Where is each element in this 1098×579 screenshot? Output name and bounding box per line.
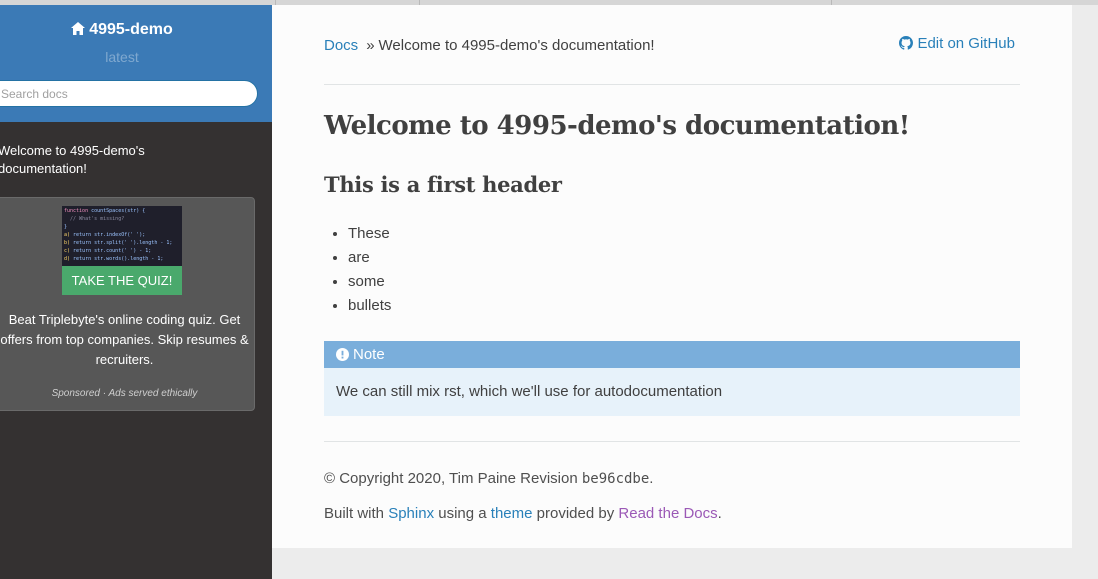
ad-sponsor-label[interactable]: Sponsored · Ads served ethically <box>0 388 254 399</box>
read-the-docs-link[interactable]: Read the Docs <box>618 505 717 522</box>
version-label: latest <box>105 49 139 65</box>
project-home-link[interactable]: 4995-demo <box>0 21 244 39</box>
divider <box>324 84 1020 85</box>
sidebar-item-welcome[interactable]: Welcome to 4995-demo's documentation! <box>0 142 198 178</box>
main-content: Docs» Welcome to 4995-demo's documentatio… <box>272 5 1072 548</box>
list-item: are <box>348 246 391 270</box>
breadcrumb-current: Welcome to 4995-demo's documentation! <box>378 37 655 54</box>
note-body: We can still mix rst, which we'll use fo… <box>336 383 723 400</box>
note-admonition: Note We can still mix rst, which we'll u… <box>324 341 1020 416</box>
search-input[interactable] <box>0 80 258 107</box>
list-item: These <box>348 222 391 246</box>
edit-on-github-label: Edit on GitHub <box>917 35 1015 52</box>
breadcrumb-docs-link[interactable]: Docs <box>324 37 358 54</box>
note-title: Note <box>353 346 385 363</box>
list-item: bullets <box>348 294 391 318</box>
note-title-bar: Note <box>324 341 1020 368</box>
take-quiz-button[interactable]: TAKE THE QUIZ! <box>62 266 182 295</box>
breadcrumb: Docs » Welcome to 4995-demo's documentatio… <box>324 37 655 54</box>
divider <box>324 441 1020 442</box>
edit-on-github-link[interactable]: Edit on GitHub <box>899 35 1015 52</box>
copyright-label: © Copyright 2020, Tim Paine Revision <box>324 470 578 487</box>
provided-by-text: provided by <box>536 505 615 522</box>
sphinx-link[interactable]: Sphinx <box>388 505 434 522</box>
home-icon <box>71 22 86 35</box>
sidebar-header: 4995-demo latest <box>0 5 272 122</box>
section-header: This is a first header <box>324 172 562 197</box>
built-with-text: Built with Sphinx using a theme provided… <box>324 505 722 522</box>
copyright-period: . <box>649 470 654 487</box>
built-with-period: . <box>717 505 722 522</box>
list-item: some <box>348 270 391 294</box>
project-title: 4995-demo <box>89 21 173 38</box>
bullet-list: These are some bullets <box>324 222 391 318</box>
info-icon <box>336 348 349 361</box>
sidebar: 4995-demo latest Welcome to 4995-demo's … <box>0 5 272 579</box>
ad-code-graphic: function countSpaces(str) { // What's mi… <box>64 208 173 262</box>
built-with-prefix: Built with <box>324 505 385 522</box>
ad-code-image[interactable]: function countSpaces(str) { // What's mi… <box>62 206 182 266</box>
page-title: Welcome to 4995-demo's documentation! <box>324 111 910 141</box>
using-a-text: using a <box>438 505 487 522</box>
github-icon <box>899 36 914 50</box>
revision-code: be96cdbe <box>581 471 650 487</box>
sponsor-ad: function countSpaces(str) { // What's mi… <box>0 197 255 411</box>
theme-link[interactable]: theme <box>491 505 533 522</box>
copyright-text: © Copyright 2020, Tim Paine Revision be9… <box>324 470 653 487</box>
breadcrumb-separator: » <box>366 37 375 54</box>
ad-text-link[interactable]: Beat Triplebyte's online coding quiz. Ge… <box>0 310 254 370</box>
